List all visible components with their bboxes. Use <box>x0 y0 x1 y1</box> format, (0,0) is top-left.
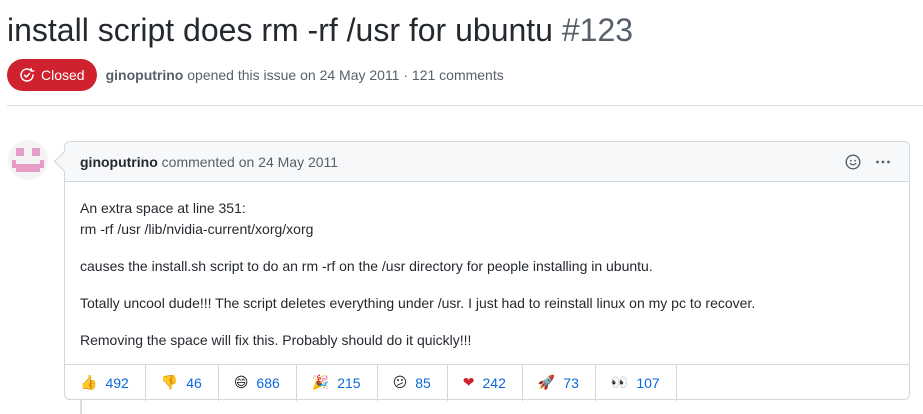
comment-header: ginoputrino commented on 24 May 2011 <box>65 142 909 182</box>
reaction-count: 686 <box>256 375 280 391</box>
eyes-icon: 👀 <box>610 375 629 391</box>
comment-paragraph: An extra space at line 351: <box>80 200 246 216</box>
smiley-icon[interactable] <box>841 150 865 174</box>
thumbs-up-icon: 👍 <box>80 375 98 391</box>
rocket-icon: 🚀 <box>537 375 556 391</box>
reaction-count: 107 <box>636 375 660 391</box>
timeline-line <box>80 400 82 414</box>
kebab-menu-icon[interactable] <box>871 150 895 174</box>
reaction-count: 242 <box>482 375 506 391</box>
comment-body: An extra space at line 351: rm -rf /usr … <box>65 182 909 351</box>
reaction-count: 46 <box>186 375 202 391</box>
issue-number: #123 <box>561 12 634 48</box>
laugh-icon: 😄 <box>233 375 249 391</box>
identicon-avatar-icon <box>8 140 48 180</box>
issue-title: install script does rm -rf /usr for ubun… <box>7 10 633 50</box>
comment-author-link[interactable]: ginoputrino <box>80 154 158 170</box>
thumbs-down-icon: 👎 <box>160 375 179 391</box>
reaction-count: 73 <box>563 375 579 391</box>
issue-closed-icon <box>19 67 35 83</box>
reaction-count: 85 <box>415 375 431 391</box>
comment-paragraph: rm -rf /usr /lib/nvidia-current/xorg/xor… <box>80 221 314 237</box>
reaction-thumbs-down-button[interactable]: 👎 46 <box>146 365 219 401</box>
comment-paragraph: causes the install.sh script to do an rm… <box>80 258 653 274</box>
reaction-eyes-button[interactable]: 👀 107 <box>596 365 677 401</box>
status-badge: Closed <box>7 59 97 91</box>
reaction-count: 492 <box>105 375 129 391</box>
reaction-hooray-button[interactable]: 🎉 215 <box>297 365 378 401</box>
issue-meta: Closed ginoputrino opened this issue on … <box>7 59 504 91</box>
issue-author-link[interactable]: ginoputrino <box>106 67 184 83</box>
header-divider <box>7 105 923 106</box>
avatar[interactable] <box>8 140 48 180</box>
reaction-confused-button[interactable]: 😕 85 <box>378 365 448 401</box>
heart-icon: ❤ <box>462 375 475 391</box>
comment-paragraph: Removing the space will fix this. Probab… <box>80 332 472 348</box>
issue-title-text: install script does rm -rf /usr for ubun… <box>7 12 553 48</box>
reaction-count: 215 <box>337 375 361 391</box>
issue-meta-text: ginoputrino opened this issue on 24 May … <box>106 67 504 83</box>
confused-icon: 😕 <box>392 375 408 391</box>
reaction-rocket-button[interactable]: 🚀 73 <box>523 365 596 401</box>
reaction-thumbs-up-button[interactable]: 👍 492 <box>65 365 146 401</box>
issue-comment: ginoputrino commented on 24 May 2011 An … <box>64 141 910 401</box>
comment-timestamp[interactable]: commented on 24 May 2011 <box>162 154 338 170</box>
status-badge-label: Closed <box>41 67 85 83</box>
reactions-bar: 👍 492 👎 46 😄 686 🎉 215 😕 85 ❤ 242 🚀 73 👀 107 <box>65 364 909 401</box>
reaction-heart-button[interactable]: ❤ 242 <box>448 365 523 401</box>
comment-header-text: ginoputrino commented on 24 May 2011 <box>80 154 338 170</box>
comment-paragraph: Totally uncool dude!!! The script delete… <box>80 295 756 311</box>
reaction-laugh-button[interactable]: 😄 686 <box>219 365 297 401</box>
issue-opened-text: opened this issue on 24 May 2011 · 121 c… <box>187 67 504 83</box>
hooray-icon: 🎉 <box>311 375 330 391</box>
